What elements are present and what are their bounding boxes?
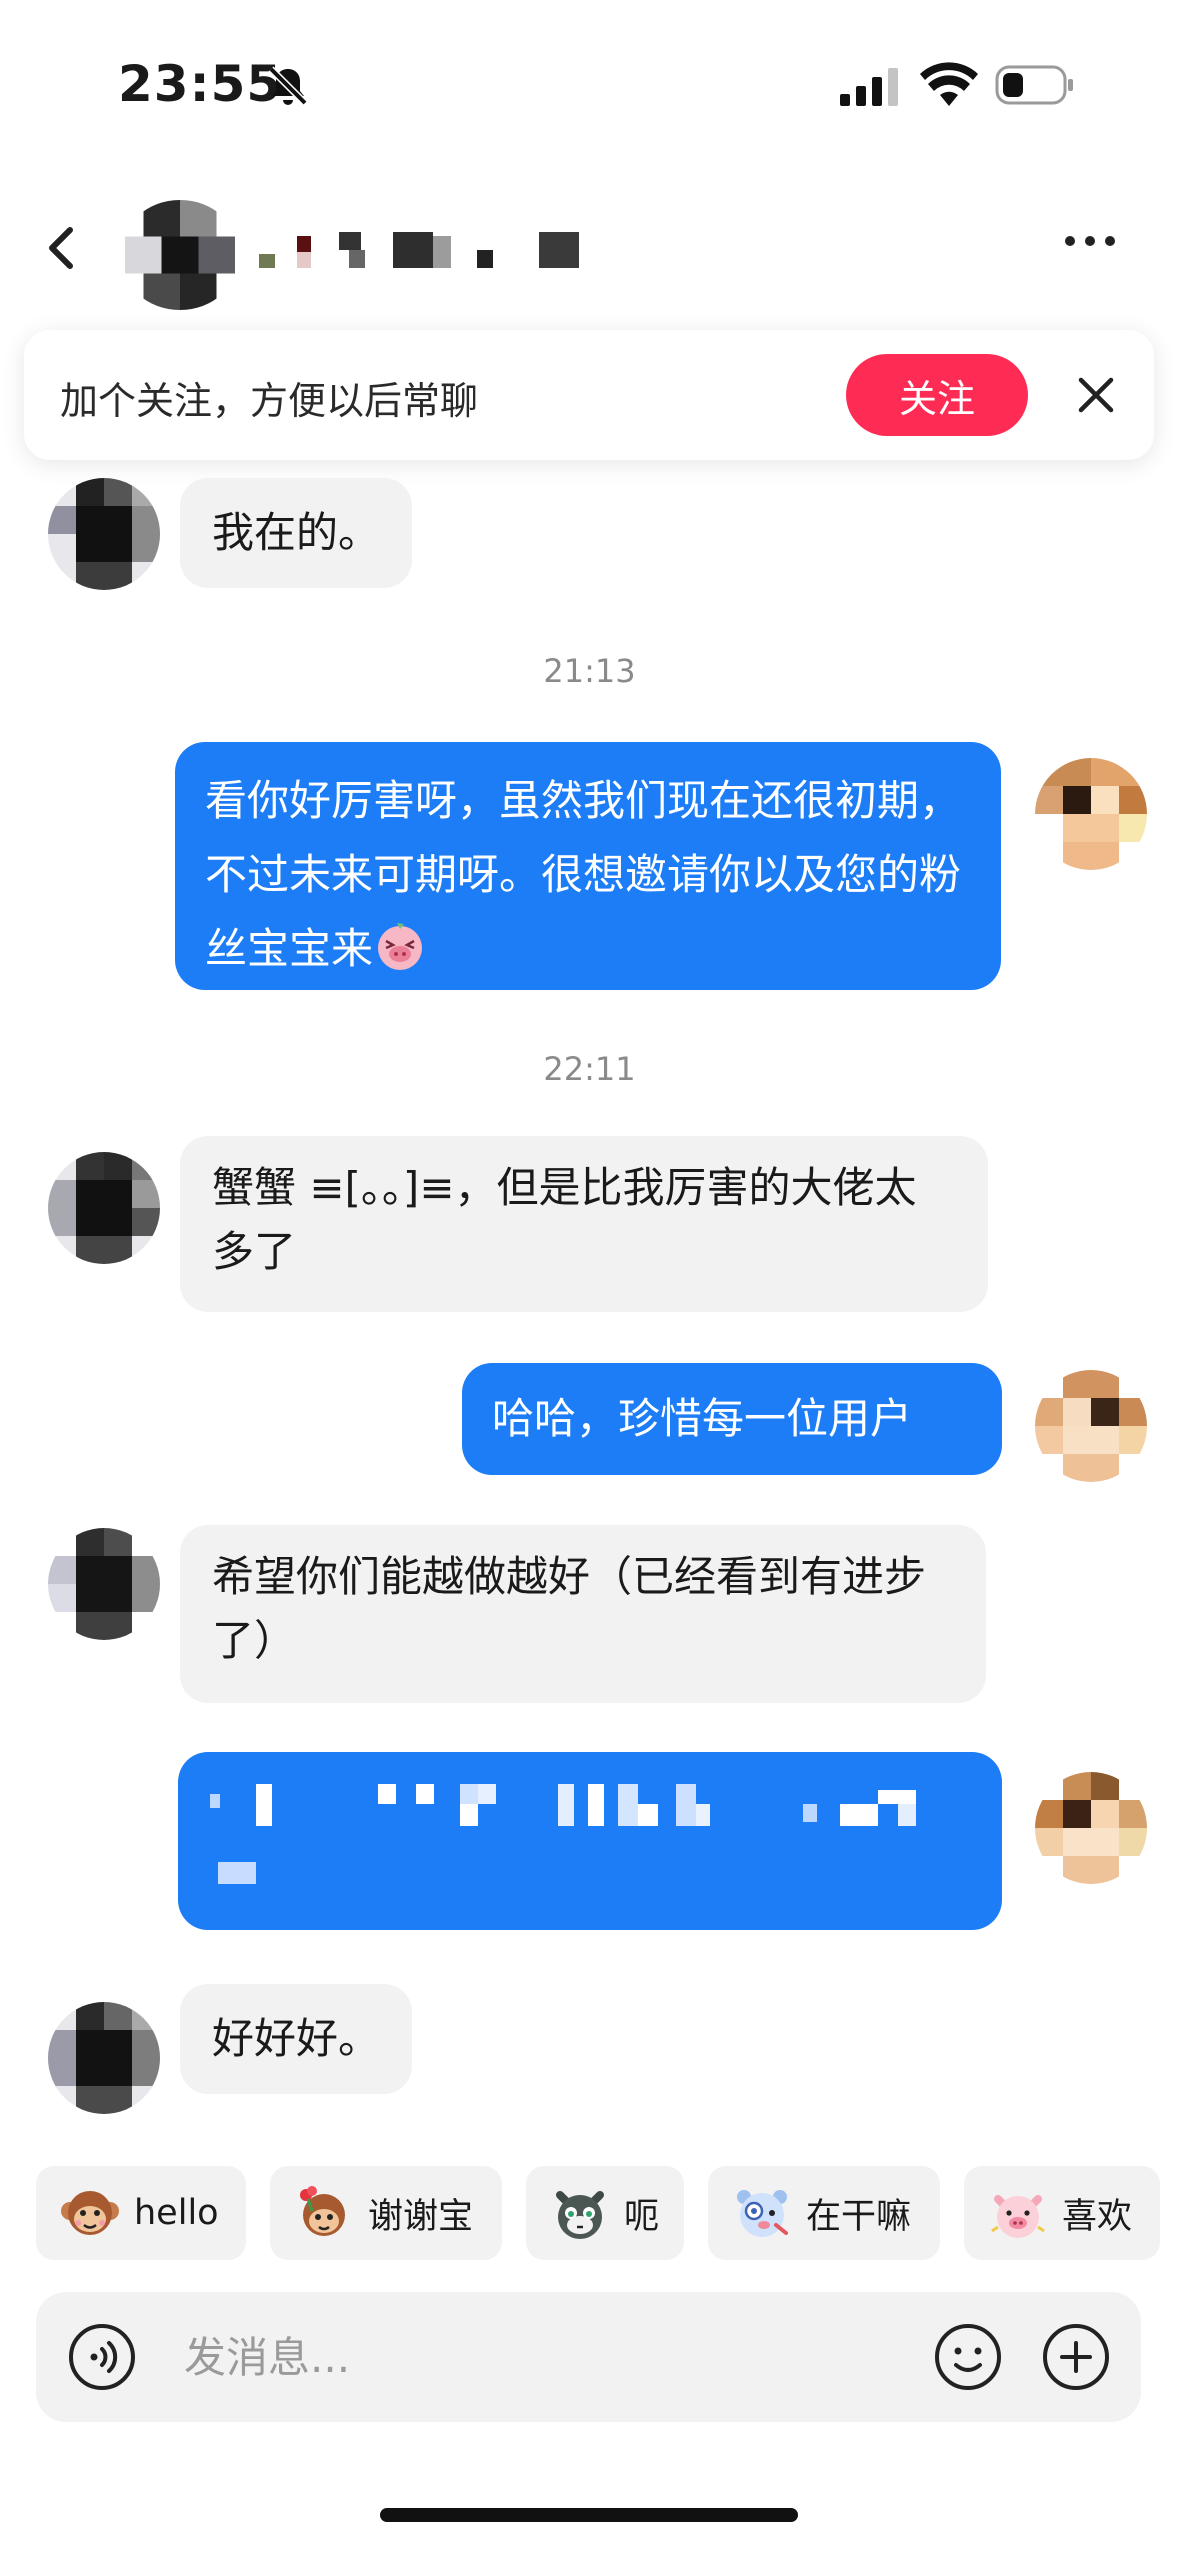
follow-button[interactable]: 关注: [846, 354, 1028, 436]
message-bubble-incoming[interactable]: 好好好。: [180, 1984, 413, 2094]
bear-sticker-icon: [737, 2190, 788, 2237]
message-bubble-outgoing[interactable]: 看你好厉害呀，虽然我们现在还很初期，不过未来可期呀。很想邀请你以及您的粉丝宝宝来: [175, 742, 1001, 990]
quick-reply-like[interactable]: 喜欢: [964, 2166, 1160, 2260]
contact-avatar-small[interactable]: [48, 2002, 160, 2114]
contact-avatar-small[interactable]: [48, 1152, 160, 1264]
user-avatar[interactable]: [1035, 758, 1147, 870]
quick-reply-label: 谢谢宝: [368, 2196, 474, 2237]
status-bar: 23:55: [0, 0, 1179, 170]
follow-banner: 加个关注，方便以后常聊 关注: [24, 330, 1154, 460]
back-button[interactable]: [40, 222, 90, 272]
user-avatar[interactable]: [1035, 1370, 1147, 1482]
pig-sticker-icon: [991, 2195, 1045, 2238]
quick-reply-label: 呃: [624, 2196, 660, 2237]
contact-avatar-small[interactable]: [48, 478, 160, 590]
message-input-bar: [36, 2292, 1141, 2422]
message-bubble-incoming[interactable]: 我在的。: [180, 478, 413, 588]
wifi-icon: [920, 62, 978, 106]
redacted-content: [210, 1784, 916, 1884]
home-indicator[interactable]: [380, 2508, 798, 2522]
monkey-sticker-icon: [61, 2191, 119, 2235]
message-input[interactable]: [184, 2320, 924, 2394]
quick-replies-bar: hello 谢谢宝 呃 在干嘛 喜欢: [0, 2166, 1179, 2262]
message-text: 蟹蟹 ≡[。。]≡，但是比我厉害的大佬太多了: [212, 1163, 917, 1276]
cat-sticker-icon: [556, 2191, 604, 2239]
quick-reply-label: 在干嘛: [806, 2196, 912, 2237]
monkey-flower-sticker-icon: [300, 2186, 345, 2236]
message-bubble-incoming[interactable]: 蟹蟹 ≡[。。]≡，但是比我厉害的大佬太多了: [180, 1136, 988, 1312]
emoji-icon[interactable]: [932, 2321, 1004, 2393]
battery-icon: [995, 65, 1073, 105]
quick-reply-label: hello: [134, 2193, 219, 2233]
time-divider: 22:11: [543, 1050, 636, 1088]
chat-header: [0, 170, 1179, 320]
quick-reply-thanks[interactable]: 谢谢宝: [270, 2166, 502, 2260]
contact-name: [259, 232, 579, 268]
follow-prompt-text: 加个关注，方便以后常聊: [60, 379, 479, 423]
quick-reply-label: 喜欢: [1062, 2196, 1133, 2237]
quick-reply-uh[interactable]: 呃: [526, 2166, 684, 2260]
signal-icon: [840, 68, 898, 106]
message-bubble-outgoing[interactable]: [178, 1752, 1002, 1930]
bell-off-icon: [268, 66, 308, 106]
quick-reply-hello[interactable]: hello: [36, 2166, 246, 2260]
user-avatar[interactable]: [1035, 1772, 1147, 1884]
time-divider: 21:13: [543, 652, 636, 690]
quick-reply-what-doing[interactable]: 在干嘛: [708, 2166, 940, 2260]
shy-pig-emoji: [378, 923, 423, 970]
message-text: 看你好厉害呀，虽然我们现在还很初期，不过未来可期呀。很想邀请你以及您的粉丝宝宝来: [205, 776, 962, 973]
message-text: 好好好。: [212, 2014, 381, 2063]
message-text: 我在的。: [212, 508, 381, 557]
more-button[interactable]: [1060, 226, 1120, 256]
message-text: 哈哈，珍惜每一位用户: [492, 1394, 913, 1443]
close-icon[interactable]: [1069, 368, 1123, 422]
contact-avatar-small[interactable]: [48, 1528, 160, 1640]
message-text: 希望你们能越做越好（已经看到有进步了）: [212, 1552, 927, 1665]
voice-icon[interactable]: [66, 2321, 138, 2393]
message-bubble-outgoing[interactable]: 哈哈，珍惜每一位用户: [462, 1363, 1002, 1475]
contact-avatar[interactable]: [120, 200, 240, 310]
status-time: 23:55: [118, 55, 283, 113]
plus-icon[interactable]: [1040, 2321, 1112, 2393]
message-bubble-incoming[interactable]: 希望你们能越做越好（已经看到有进步了）: [180, 1525, 986, 1703]
